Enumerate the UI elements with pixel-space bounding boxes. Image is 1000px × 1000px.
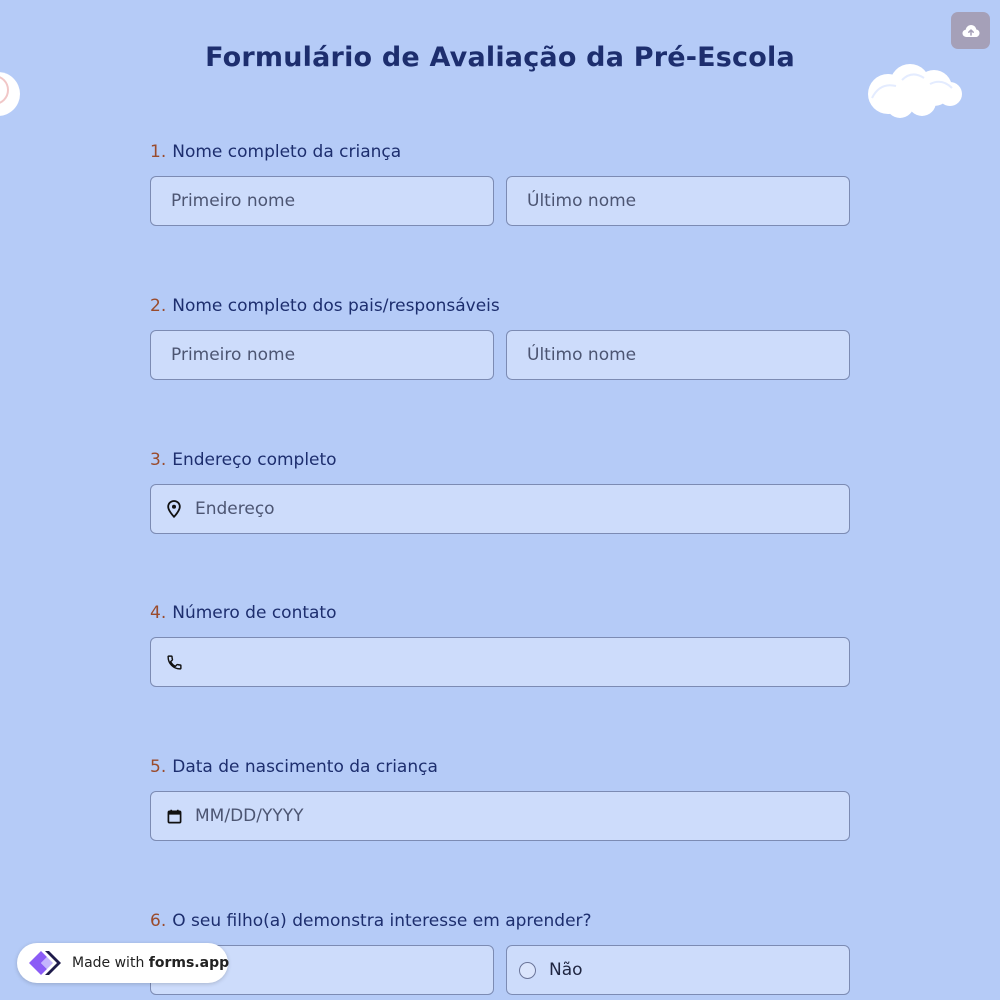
address-input[interactable]: Endereço — [150, 484, 850, 534]
question-text: Nome completo da criança — [172, 142, 402, 162]
form-page: Formulário de Avaliação da Pré-Escola 1.… — [0, 0, 1000, 1000]
input-placeholder: Último nome — [527, 191, 637, 211]
badge-text: Made with forms.app — [72, 955, 229, 971]
badge-brand: forms.app — [148, 955, 230, 971]
child-first-name-input[interactable]: Primeiro nome — [150, 176, 494, 226]
question-number: 1. — [150, 142, 167, 162]
question-text: Endereço completo — [172, 450, 337, 470]
birth-date-input[interactable]: MM/DD/YYYY — [150, 791, 850, 841]
question-child-name: 1. Nome completo da criança Primeiro nome… — [150, 140, 850, 226]
question-number: 2. — [150, 296, 167, 316]
made-with-forms-app-badge[interactable]: Made with forms.app — [17, 943, 229, 983]
question-text: O seu filho(a) demonstra interesse em ap… — [172, 911, 592, 931]
question-text: Data de nascimento da criança — [172, 757, 438, 777]
input-placeholder: Primeiro nome — [171, 345, 296, 365]
parent-last-name-input[interactable]: Último nome — [506, 330, 850, 380]
question-label: 3. Endereço completo — [150, 448, 850, 472]
location-pin-icon — [165, 500, 183, 518]
question-number: 4. — [150, 603, 167, 623]
question-label: 1. Nome completo da criança — [150, 140, 850, 164]
question-birth-date: 5. Data de nascimento da criança MM/DD/YY… — [150, 755, 850, 841]
question-number: 3. — [150, 450, 167, 470]
cloud-decoration-left — [0, 72, 20, 116]
input-placeholder: MM/DD/YYYY — [195, 806, 304, 826]
phone-icon — [165, 653, 183, 671]
question-number: 5. — [150, 757, 167, 777]
calendar-icon — [165, 807, 183, 825]
cloud-upload-icon — [962, 24, 979, 37]
question-interest-learning: 6. O seu filho(a) demonstra interesse em … — [150, 909, 850, 995]
question-contact-number: 4. Número de contato — [150, 601, 850, 687]
child-last-name-input[interactable]: Último nome — [506, 176, 850, 226]
radio-circle-icon[interactable] — [519, 961, 536, 979]
question-number: 6. — [150, 911, 167, 931]
phone-input[interactable] — [150, 637, 850, 687]
question-parent-name: 2. Nome completo dos pais/responsáveis Pr… — [150, 294, 850, 380]
badge-made-with: Made with — [72, 955, 145, 971]
input-placeholder: Primeiro nome — [171, 191, 296, 211]
question-label: 5. Data de nascimento da criança — [150, 755, 850, 779]
question-text: Nome completo dos pais/responsáveis — [172, 296, 500, 316]
forms-app-logo-icon — [26, 946, 66, 980]
input-placeholder: Endereço — [195, 499, 275, 519]
input-placeholder: Último nome — [527, 345, 637, 365]
radio-option-label: Não — [549, 960, 583, 980]
radio-option-no[interactable]: Não — [506, 945, 850, 995]
parent-first-name-input[interactable]: Primeiro nome — [150, 330, 494, 380]
question-text: Número de contato — [172, 603, 337, 623]
question-label: 2. Nome completo dos pais/responsáveis — [150, 294, 850, 318]
question-label: 4. Número de contato — [150, 601, 850, 625]
form-title: Formulário de Avaliação da Pré-Escola — [205, 42, 795, 73]
question-address: 3. Endereço completo Endereço — [150, 448, 850, 534]
question-label: 6. O seu filho(a) demonstra interesse em … — [150, 909, 850, 933]
